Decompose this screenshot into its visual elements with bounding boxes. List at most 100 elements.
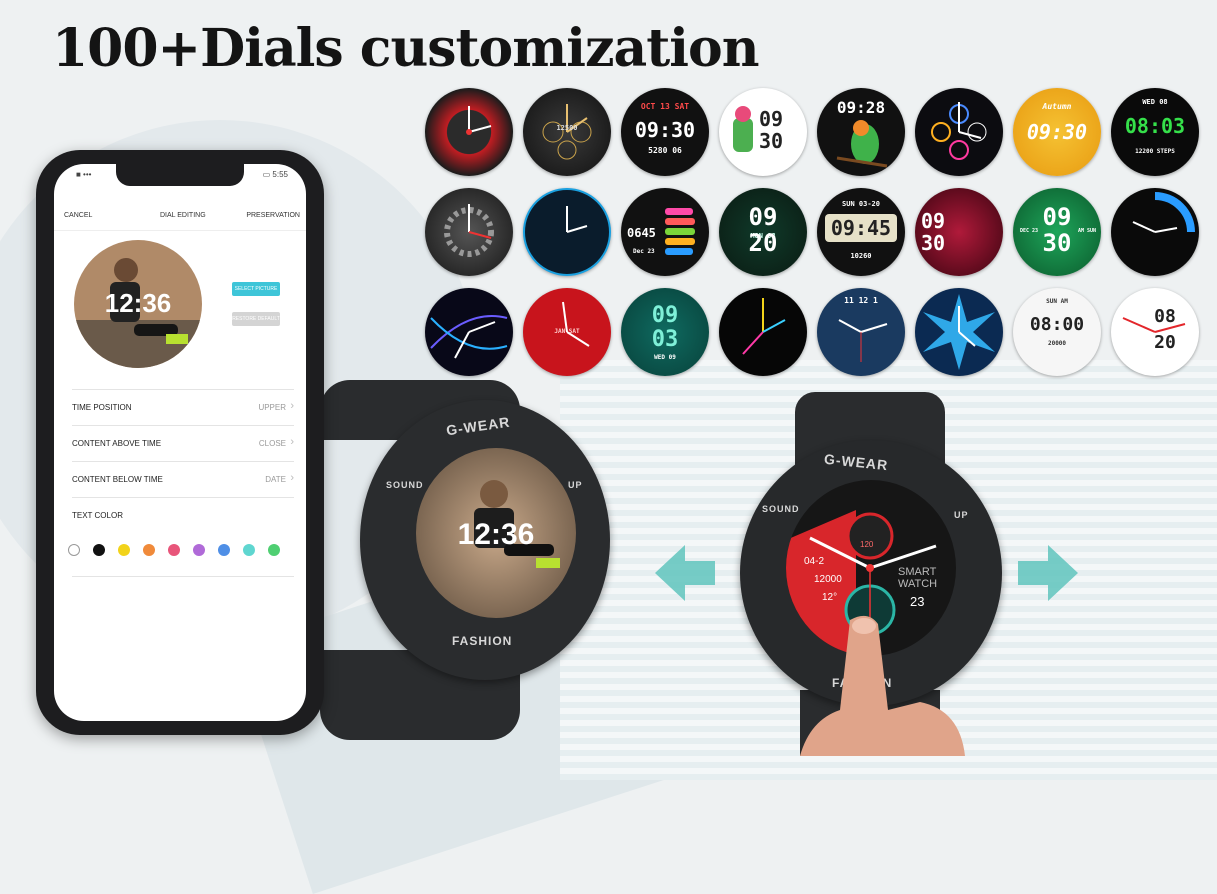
dial-face[interactable] xyxy=(915,288,1003,376)
dial-face[interactable]: 09 30 xyxy=(915,188,1003,276)
dial-face[interactable] xyxy=(523,188,611,276)
dial-face[interactable]: JAN SAT xyxy=(523,288,611,376)
dial-text-top: SUN AM xyxy=(1046,298,1068,305)
chevron-right-icon: › xyxy=(290,472,294,484)
text-color-label: TEXT COLOR xyxy=(72,511,123,520)
dial-face[interactable]: 09 30 DEC 23 AM SUN xyxy=(1013,188,1101,276)
color-swatch-green[interactable] xyxy=(268,544,280,556)
dial-face[interactable]: 12500 xyxy=(523,88,611,176)
watch-side-text: SOUND xyxy=(386,480,424,490)
dial-text: 09:30 xyxy=(1026,120,1088,144)
setting-row-time-position[interactable]: TIME POSITION UPPER › xyxy=(72,389,294,426)
dial-text-bottom: 12200 STEPS xyxy=(1135,148,1175,155)
color-swatch-pink[interactable] xyxy=(168,544,180,556)
watch-bottom-text: FASHION xyxy=(452,634,513,648)
dial-face[interactable] xyxy=(425,88,513,176)
dial-grid: 12500 OCT 13 SAT 09:30 5280 06 09 30 09:… xyxy=(425,88,1205,383)
chevron-right-icon: › xyxy=(290,400,294,412)
watch-temp: 12° xyxy=(822,592,838,603)
top-nav: CANCEL DIAL EDITING PRESERVATION xyxy=(54,212,306,230)
status-icons-left: ■ ••• xyxy=(76,170,92,179)
dial-face[interactable]: 08 20 xyxy=(1111,288,1199,376)
dial-text: 08:03 xyxy=(1124,114,1186,138)
dial-face[interactable]: 09 03 WED 09 xyxy=(621,288,709,376)
dial-text-bottom: 20000 xyxy=(1047,340,1067,347)
setting-label: CONTENT ABOVE TIME xyxy=(72,439,162,448)
dial-text: 11 12 1 xyxy=(844,296,878,305)
dial-text-top: WED 08 xyxy=(1142,98,1168,106)
phone-screen: ■ ••• ▭ 5:55 CANCEL DIAL EDITING PRESERV… xyxy=(54,164,306,721)
dial-text-top: DEC 23 xyxy=(1019,228,1039,234)
dial-face[interactable]: SUN AM 08:00 20000 xyxy=(1013,288,1101,376)
save-button[interactable]: PRESERVATION xyxy=(246,212,300,219)
watch-label-2: WATCH xyxy=(898,578,938,590)
dial-text-bottom: 10260 xyxy=(850,252,872,260)
dial-face[interactable]: Autumn 09:30 xyxy=(1013,88,1101,176)
color-swatch-black[interactable] xyxy=(93,544,105,556)
phone-notch xyxy=(116,164,244,186)
color-swatch-yellow[interactable] xyxy=(118,544,130,556)
dial-text-bottom: WED 09 xyxy=(654,354,676,361)
dial-text: 09:28 xyxy=(836,98,886,117)
heart-rate: 120 xyxy=(860,540,874,549)
dial-text-bottom: AM SUN xyxy=(1077,228,1097,234)
status-icons-right: ▭ 5:55 xyxy=(262,170,288,179)
watch-side-text: UP xyxy=(954,510,969,520)
page-title: DIAL EDITING xyxy=(160,212,206,219)
arrow-left-icon xyxy=(655,545,715,601)
preview-time: 12:36 xyxy=(104,288,172,318)
dial-face[interactable]: 09 30 xyxy=(719,88,807,176)
dial-text-bottom: Dec 23 xyxy=(633,248,655,255)
dial-face[interactable]: SUN 03-20 09:45 10260 xyxy=(817,188,905,276)
dial-text-top: OCT 13 SAT xyxy=(640,102,690,111)
dial-text: 09:45 xyxy=(830,216,892,240)
watch-left: G-WEAR FASHION SOUND UP 12:36 xyxy=(360,400,610,680)
watch-brand: G-WEAR xyxy=(823,450,889,474)
setting-value: DATE xyxy=(265,475,286,484)
setting-value: UPPER xyxy=(258,403,286,412)
color-swatch-orange[interactable] xyxy=(143,544,155,556)
color-swatch-purple[interactable] xyxy=(193,544,205,556)
select-picture-button[interactable]: SELECT PICTURE xyxy=(232,282,280,296)
dial-text: 08:00 xyxy=(1029,314,1085,335)
dial-face[interactable] xyxy=(425,188,513,276)
dial-text: 12500 xyxy=(556,124,578,132)
dial-face[interactable]: OCT 13 SAT 09:30 5280 06 xyxy=(621,88,709,176)
dial-text: 09 30 xyxy=(1042,203,1072,257)
phone: ■ ••• ▭ 5:55 CANCEL DIAL EDITING PRESERV… xyxy=(36,150,324,735)
restore-default-button[interactable]: RESTORE DEFAULT xyxy=(232,312,280,326)
dial-face[interactable]: 09:28 xyxy=(817,88,905,176)
watch-time: 12:36 xyxy=(457,518,535,551)
dial-face[interactable] xyxy=(425,288,513,376)
color-swatch-cyan[interactable] xyxy=(243,544,255,556)
setting-label: TIME POSITION xyxy=(72,403,132,412)
watch-brand: G-WEAR xyxy=(445,413,512,439)
dial-face[interactable] xyxy=(1111,188,1199,276)
dial-text: 09 03 xyxy=(651,303,679,352)
dial-face[interactable]: MON 08 09 20 xyxy=(719,188,807,276)
color-swatch-blue[interactable] xyxy=(218,544,230,556)
chevron-right-icon: › xyxy=(290,436,294,448)
finger-image xyxy=(800,615,965,756)
watch-date: 04-2 xyxy=(804,556,825,567)
setting-value: CLOSE xyxy=(258,439,286,448)
dial-face[interactable] xyxy=(915,88,1003,176)
watch-side-text: UP xyxy=(568,480,583,490)
dial-text: 09 20 xyxy=(748,203,778,257)
dial-face[interactable] xyxy=(719,288,807,376)
dial-face[interactable]: 0645 Dec 23 xyxy=(621,188,709,276)
setting-row-content-above[interactable]: CONTENT ABOVE TIME CLOSE › xyxy=(72,425,294,462)
text-color-section: TEXT COLOR xyxy=(72,497,294,564)
dial-text: JAN SAT xyxy=(554,328,580,335)
dial-text: 09 30 xyxy=(921,209,946,255)
cancel-button[interactable]: CANCEL xyxy=(64,212,92,219)
watch-number: 23 xyxy=(910,594,925,609)
setting-row-content-below[interactable]: CONTENT BELOW TIME DATE › xyxy=(72,461,294,498)
watch-screen: 12:36 xyxy=(416,448,576,618)
color-swatch-white[interactable] xyxy=(68,544,80,556)
dial-face[interactable]: 11 12 1 xyxy=(817,288,905,376)
dial-face[interactable]: WED 08 08:03 12200 STEPS xyxy=(1111,88,1199,176)
headline: 100+Dials customization xyxy=(52,18,759,79)
dial-text: 09:30 xyxy=(634,118,696,142)
dial-text-bottom: 5280 06 xyxy=(648,146,682,155)
